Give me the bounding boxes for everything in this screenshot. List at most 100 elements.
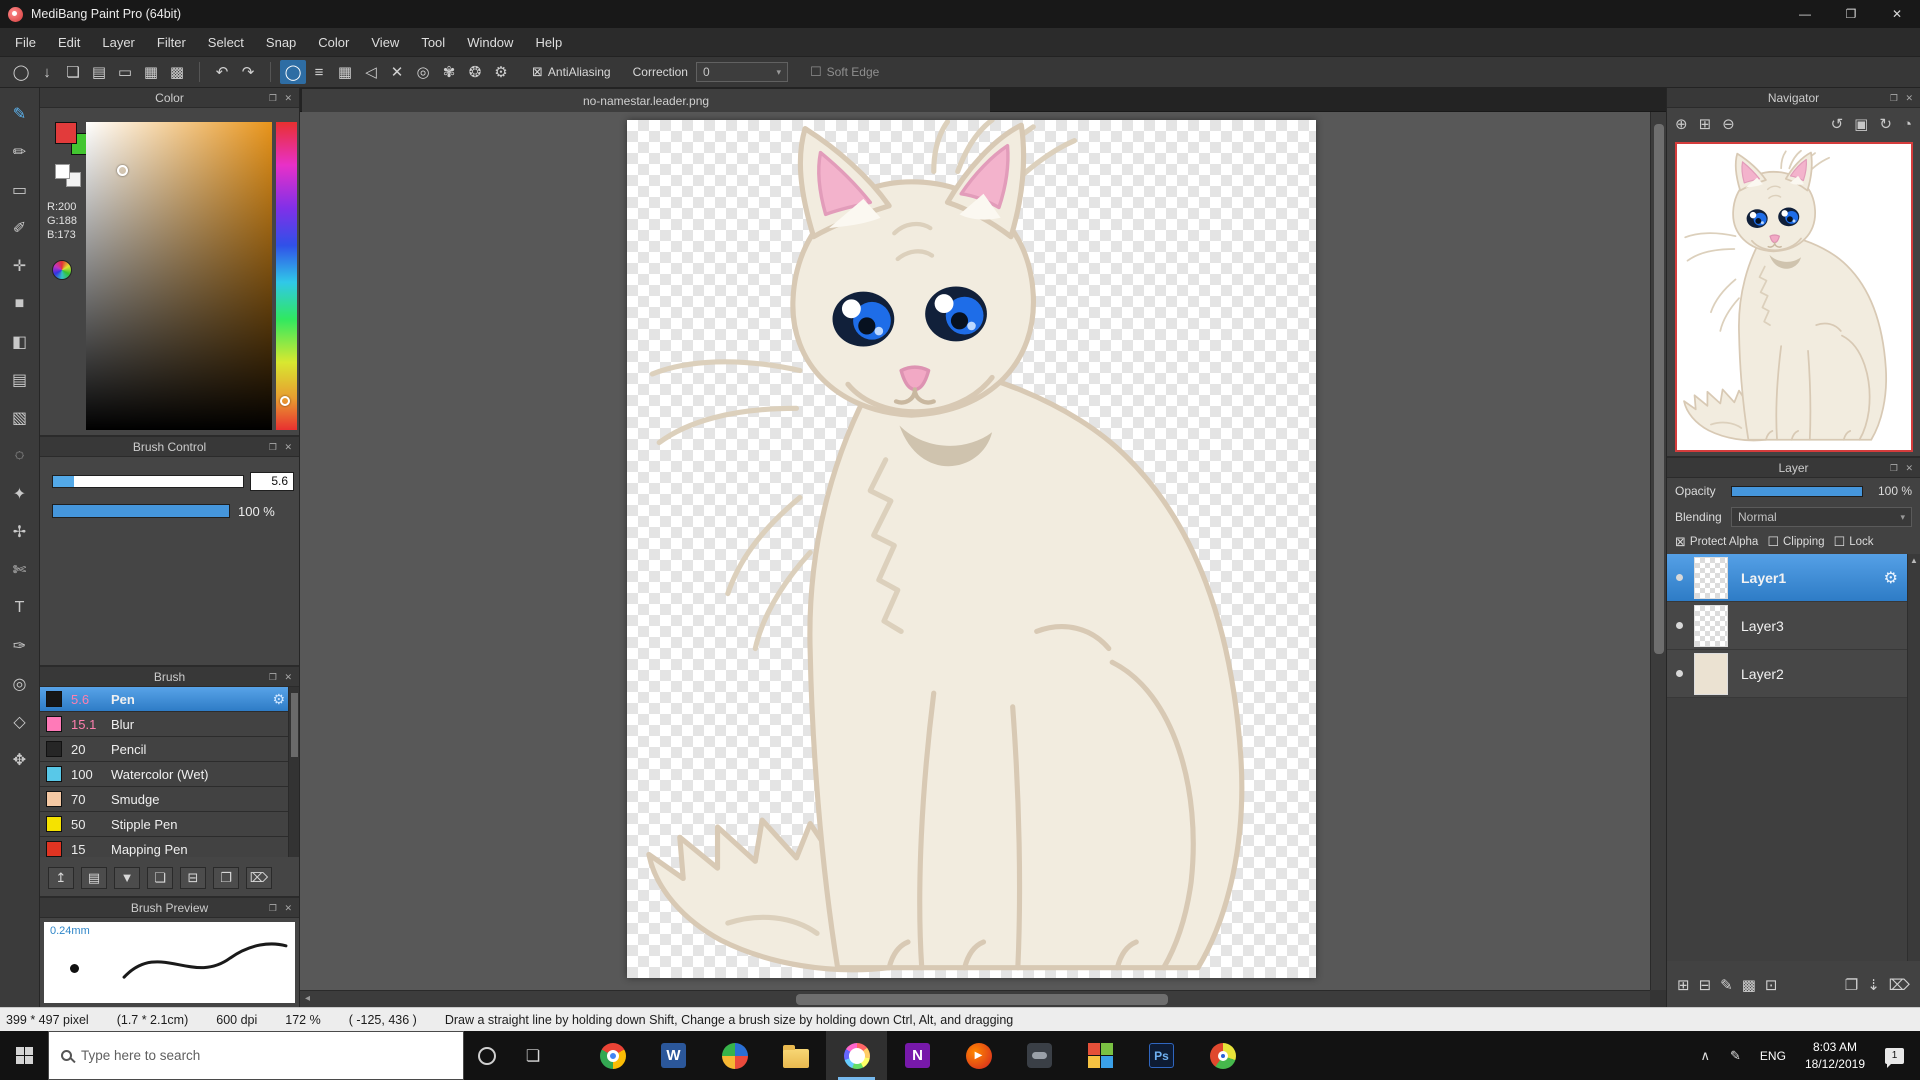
select-tool[interactable]: ▧ [8,406,32,430]
snap-settings-icon[interactable]: ❂ [462,60,488,84]
popout-icon[interactable]: ❐ [1890,88,1898,108]
vertical-scrollbar[interactable] [1650,112,1666,990]
gradient-tool[interactable]: ▤ [8,368,32,392]
taskbar-word[interactable]: W [643,1031,704,1080]
menu-color[interactable]: Color [307,28,360,57]
menu-filter[interactable]: Filter [146,28,197,57]
material-icon[interactable]: ▩ [164,60,190,84]
lock-checkbox[interactable]: ☐ [1834,534,1846,550]
close-icon[interactable]: ✕ [284,437,292,457]
brush-add-menu-button[interactable]: ▼ [114,866,140,889]
snap-parallel-icon[interactable]: ≡ [306,60,332,84]
menu-file[interactable]: File [4,28,47,57]
taskbar-photoshop[interactable]: Ps [1131,1031,1192,1080]
scrollbar-thumb[interactable] [1654,124,1664,654]
brush-item-pencil[interactable]: 20 Pencil [40,737,299,762]
layer-list-scrollbar[interactable]: ▲ [1907,554,1920,961]
layer-visibility-icon[interactable] [1676,670,1683,677]
eyedropper-tool[interactable]: ◎ [8,672,32,696]
undo-icon[interactable]: ↶ [209,60,235,84]
layer-row-layer3[interactable]: Layer3 [1667,602,1907,650]
taskbar-browser[interactable] [1192,1031,1253,1080]
menu-window[interactable]: Window [456,28,524,57]
hand-tool[interactable]: ✥ [8,748,32,772]
hue-slider[interactable] [276,122,297,430]
brush-tool[interactable]: ✎ [8,102,32,126]
fullscreen-icon[interactable]: ▣ [1854,115,1868,133]
brush-list-scrollbar[interactable] [288,687,299,857]
snap-concentric-icon[interactable]: ◎ [410,60,436,84]
search-input[interactable] [81,1048,451,1063]
brush-item-watercolor[interactable]: 100 Watercolor (Wet) [40,762,299,787]
brush-size-value[interactable]: 5.6 [250,472,294,491]
close-button[interactable]: ✕ [1874,0,1920,28]
merge-layer-button[interactable]: ⇣ [1867,976,1880,994]
protect-alpha-checkbox[interactable]: ⊠ [1675,534,1686,550]
horizontal-scrollbar[interactable]: ◂ [300,990,1650,1007]
bucket-tool[interactable]: ◧ [8,330,32,354]
snap-ellipse-icon[interactable]: ◯ [280,60,306,84]
taskbar-clock[interactable]: 8:03 AM 18/12/2019 [1795,1039,1875,1071]
document-tab[interactable]: no-namestar.leader.png [302,89,990,112]
close-icon[interactable]: ✕ [284,88,292,108]
airbrush-tool[interactable]: ✐ [8,216,32,240]
brush-item-stipple[interactable]: 50 Stipple Pen [40,812,299,837]
lasso-tool[interactable]: ◌ [8,444,32,468]
cortana-button[interactable] [464,1031,510,1080]
draw-layer-button[interactable]: ✎ [1720,976,1733,994]
taskbar-photoshop-express[interactable] [704,1031,765,1080]
menu-snap[interactable]: Snap [255,28,307,57]
brush-item-pen[interactable]: 5.6 Pen ⚙ [40,687,299,712]
close-icon[interactable]: ✕ [284,667,292,687]
brush-item-blur[interactable]: 15.1 Blur [40,712,299,737]
taskbar-onenote[interactable]: N [887,1031,948,1080]
move-tool[interactable]: ✛ [8,254,32,278]
new-canvas-icon[interactable]: ◯ [8,60,34,84]
page-icon[interactable]: ▭ [112,60,138,84]
zoom-out-icon[interactable]: ⊖ [1722,115,1735,133]
menu-tool[interactable]: Tool [410,28,456,57]
snap-grid-icon[interactable]: ▦ [332,60,358,84]
taskbar-explorer[interactable] [765,1031,826,1080]
saturation-value-picker[interactable] [86,122,272,430]
scrollbar-thumb[interactable] [796,994,1168,1005]
taskbar-dark-app[interactable] [1009,1031,1070,1080]
redo-icon[interactable]: ↷ [235,60,261,84]
close-icon[interactable]: ✕ [1905,458,1913,478]
zoom-in-icon[interactable]: ⊕ [1675,115,1688,133]
scrollbar-thumb[interactable] [291,693,298,757]
duplicate-layer-button[interactable]: ❐ [1845,976,1858,994]
memo-icon[interactable]: ▤ [86,60,112,84]
task-view-button[interactable]: ❏ [510,1031,556,1080]
rotate-cw-icon[interactable]: ↻ [1879,115,1892,133]
rectangle-tool[interactable]: ▭ [8,178,32,202]
brush-edit-button[interactable]: ❏ [147,866,173,889]
soft-edge-checkbox[interactable]: ☐ [810,64,822,80]
menu-help[interactable]: Help [524,28,573,57]
layer-row-layer2[interactable]: Layer2 [1667,650,1907,698]
brush-item-smudge[interactable]: 70 Smudge [40,787,299,812]
popout-icon[interactable]: ❐ [269,88,277,108]
save-icon[interactable]: ↓ [34,60,60,84]
notification-button[interactable]: 1 [1875,1047,1920,1068]
popout-icon[interactable]: ❐ [1890,458,1898,478]
minimize-button[interactable]: — [1782,0,1828,28]
taskbar-mosaic-app[interactable] [1070,1031,1131,1080]
close-icon[interactable]: ✕ [284,898,292,918]
menu-layer[interactable]: Layer [91,28,146,57]
brush-size-slider[interactable] [52,475,244,488]
snap-cross-icon[interactable]: ✕ [384,60,410,84]
halftone-layer-button[interactable]: ▩ [1742,976,1756,994]
palette-icon[interactable] [52,260,72,280]
operation-tool[interactable]: ✢ [8,520,32,544]
foreground-color-swatch[interactable] [55,122,77,144]
add-layer-button[interactable]: ⊞ [1677,976,1690,994]
canvas[interactable] [627,120,1316,978]
rotate-ccw-icon[interactable]: ↺ [1831,115,1844,133]
correction-dropdown[interactable]: 0 ▾ [695,62,788,82]
fill-tool[interactable]: ■ [8,292,32,316]
settings-gear-icon[interactable]: ⚙ [488,60,514,84]
brush-duplicate-button[interactable]: ❐ [213,866,239,889]
transparent-swatch[interactable] [55,164,70,179]
text-tool[interactable]: T [8,596,32,620]
